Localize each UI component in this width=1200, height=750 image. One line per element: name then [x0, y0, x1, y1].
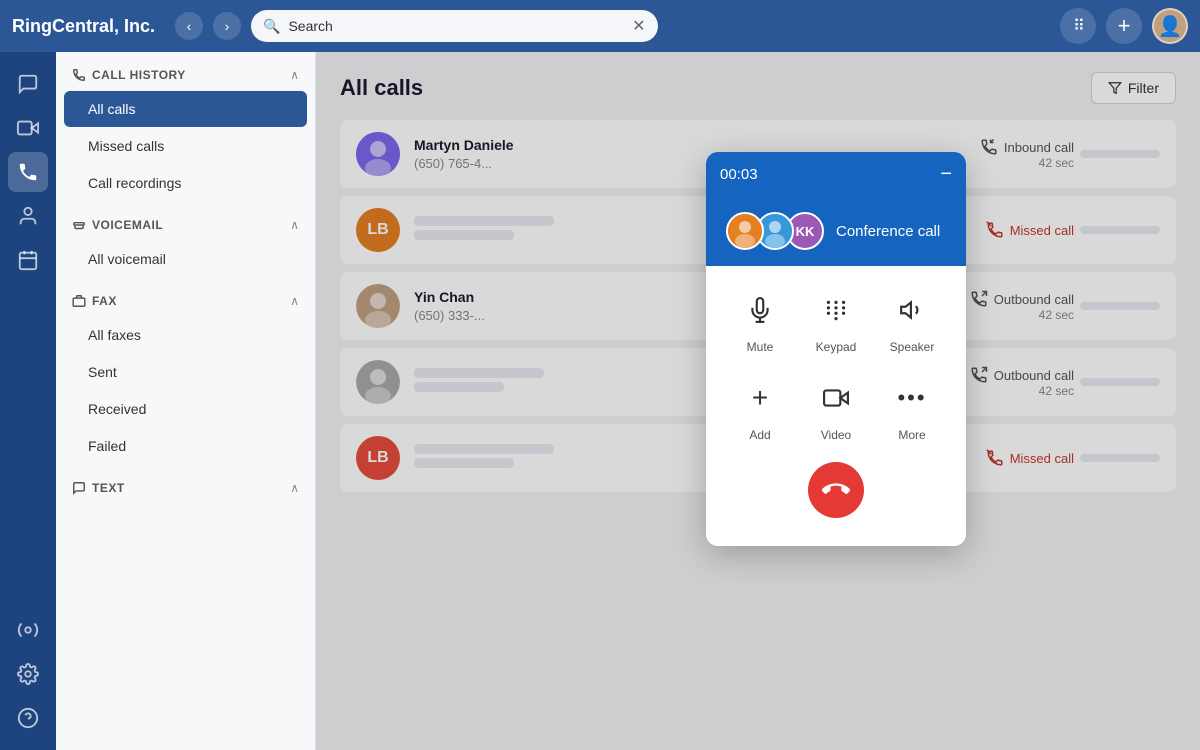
add-label: Add: [749, 428, 770, 442]
call-history-section-header[interactable]: CALL HISTORY ∧: [56, 52, 315, 90]
speaker-label: Speaker: [890, 340, 935, 354]
nav-item-call-recordings[interactable]: Call recordings: [64, 165, 307, 201]
voicemail-chevron: ∧: [290, 218, 299, 232]
active-call-popup: 00:03 − KK Conference call: [706, 152, 966, 546]
nav-item-sent[interactable]: Sent: [64, 354, 307, 390]
search-clear-button[interactable]: ✕: [632, 16, 645, 36]
text-chevron: ∧: [290, 481, 299, 495]
sidebar-item-phone[interactable]: [8, 152, 48, 192]
speaker-icon: [888, 286, 936, 334]
call-timer: 00:03: [720, 166, 758, 183]
nav-item-all-faxes[interactable]: All faxes: [64, 317, 307, 353]
video-icon: [812, 374, 860, 422]
add-button[interactable]: +: [1106, 8, 1142, 44]
main-layout: CALL HISTORY ∧ All calls Missed calls Ca…: [0, 52, 1200, 750]
sidebar-item-chat[interactable]: [8, 64, 48, 104]
mute-icon: [736, 286, 784, 334]
sidebar-item-video[interactable]: [8, 108, 48, 148]
hangup-button[interactable]: [808, 462, 864, 518]
back-button[interactable]: ‹: [175, 12, 203, 40]
call-popup-header: 00:03 −: [706, 152, 966, 196]
icon-sidebar: [0, 52, 56, 750]
add-icon: +: [736, 374, 784, 422]
call-participants: KK Conference call: [706, 196, 966, 266]
fax-chevron: ∧: [290, 294, 299, 308]
more-label: More: [898, 428, 925, 442]
search-icon: 🔍: [263, 18, 280, 35]
search-input[interactable]: [288, 18, 624, 34]
user-avatar[interactable]: 👤: [1152, 8, 1188, 44]
keypad-label: Keypad: [816, 340, 857, 354]
nav-panel: CALL HISTORY ∧ All calls Missed calls Ca…: [56, 52, 316, 750]
keypad-icon: [812, 286, 860, 334]
voicemail-section-header[interactable]: VOICEMAIL ∧: [56, 202, 315, 240]
content-area: All calls Filter Martyn Daniele (650) 76…: [316, 52, 1200, 750]
controls-row-2: + Add Video ••• More: [722, 374, 950, 442]
text-title: TEXT: [72, 481, 125, 495]
sidebar-item-contacts[interactable]: [8, 196, 48, 236]
sidebar-item-extensions[interactable]: [8, 610, 48, 650]
app-header: RingCentral, Inc. ‹ › 🔍 ✕ ⠿ + 👤: [0, 0, 1200, 52]
nav-item-received[interactable]: Received: [64, 391, 307, 427]
conference-label: Conference call: [836, 223, 940, 240]
participant-avatar-1: [726, 212, 764, 250]
more-control[interactable]: ••• More: [888, 374, 936, 442]
sidebar-item-settings[interactable]: [8, 654, 48, 694]
add-control[interactable]: + Add: [736, 374, 784, 442]
mute-control[interactable]: Mute: [736, 286, 784, 354]
call-history-chevron: ∧: [290, 68, 299, 82]
search-bar: 🔍 ✕: [251, 10, 658, 42]
nav-item-all-calls[interactable]: All calls: [64, 91, 307, 127]
forward-button[interactable]: ›: [213, 12, 241, 40]
app-logo: RingCentral, Inc.: [12, 16, 155, 37]
video-label: Video: [821, 428, 851, 442]
text-section-header[interactable]: TEXT ∧: [56, 465, 315, 503]
voicemail-title: VOICEMAIL: [72, 218, 163, 232]
keypad-control[interactable]: Keypad: [812, 286, 860, 354]
sidebar-item-help[interactable]: [8, 698, 48, 738]
mute-label: Mute: [747, 340, 774, 354]
minimize-button[interactable]: −: [940, 164, 952, 184]
video-control[interactable]: Video: [812, 374, 860, 442]
grid-icon-button[interactable]: ⠿: [1060, 8, 1096, 44]
more-icon: •••: [888, 374, 936, 422]
nav-item-all-voicemail[interactable]: All voicemail: [64, 241, 307, 277]
nav-item-missed-calls[interactable]: Missed calls: [64, 128, 307, 164]
fax-title: FAX: [72, 294, 117, 308]
nav-item-failed[interactable]: Failed: [64, 428, 307, 464]
fax-section-header[interactable]: FAX ∧: [56, 278, 315, 316]
call-history-title: CALL HISTORY: [72, 68, 186, 82]
speaker-control[interactable]: Speaker: [888, 286, 936, 354]
call-controls: Mute Keypad Speaker: [706, 266, 966, 546]
controls-row-1: Mute Keypad Speaker: [722, 286, 950, 354]
sidebar-item-calendar[interactable]: [8, 240, 48, 280]
